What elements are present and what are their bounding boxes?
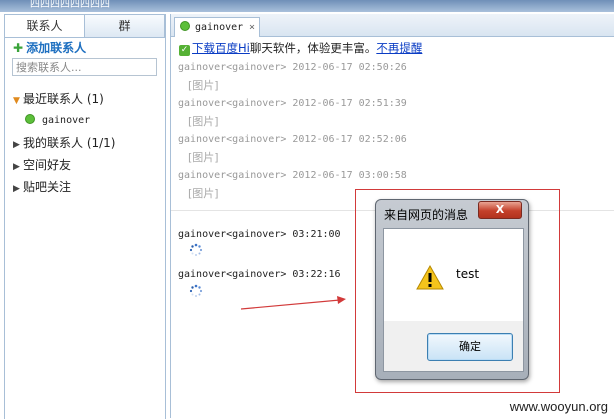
dialog-footer: 确定 (383, 321, 524, 372)
watermark: www.wooyun.org (509, 399, 608, 414)
ok-button[interactable]: 确定 (427, 333, 513, 361)
warning-icon (416, 265, 444, 290)
dialog-title: 来自网页的消息 (384, 208, 469, 222)
alert-dialog: 来自网页的消息 X test 确定 (375, 199, 529, 380)
dialog-message: test (456, 267, 480, 281)
dialog-body: test (383, 228, 524, 323)
dialog-close-button[interactable]: X (478, 201, 522, 219)
